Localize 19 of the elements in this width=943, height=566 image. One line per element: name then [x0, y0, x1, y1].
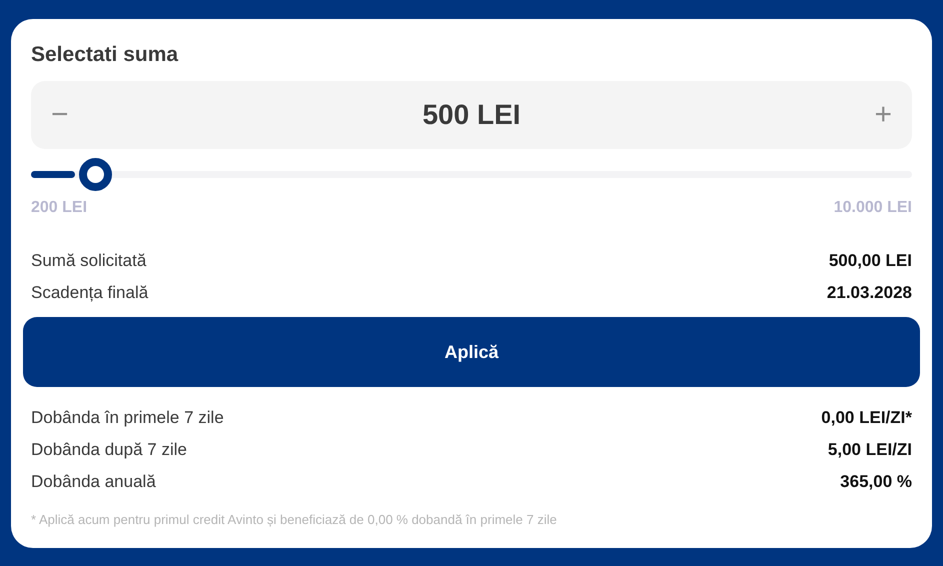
footnote: * Aplică acum pentru primul credit Avinto și beneficiază de 0,00 % dobandă în primele 7 zile — [31, 512, 558, 527]
row-label: Scadența finală — [31, 283, 148, 303]
row-value: 21.03.2028 — [826, 283, 912, 303]
amount-value: 500 LEI — [422, 99, 521, 131]
decrease-button[interactable]: − — [51, 100, 69, 130]
max-label: 10.000 LEI — [834, 199, 912, 217]
row-value: 0,00 LEI/ZI* — [821, 408, 912, 428]
row-value: 5,00 LEI/ZI — [828, 440, 912, 460]
row-value: 500,00 LEI — [828, 251, 912, 271]
apply-button[interactable]: Aplică — [23, 317, 920, 387]
min-label: 200 LEI — [31, 199, 88, 217]
row-label: Dobânda în primele 7 zile — [31, 408, 224, 428]
row-value: 365,00 % — [840, 472, 912, 492]
section-title: Selectati suma — [31, 43, 180, 67]
slider-handle[interactable] — [79, 158, 112, 191]
row-label: Dobânda după 7 zile — [31, 440, 187, 460]
increase-button[interactable]: + — [874, 100, 892, 130]
row-label: Sumă solicitată — [31, 251, 146, 271]
row-label: Dobânda anuală — [31, 472, 156, 492]
